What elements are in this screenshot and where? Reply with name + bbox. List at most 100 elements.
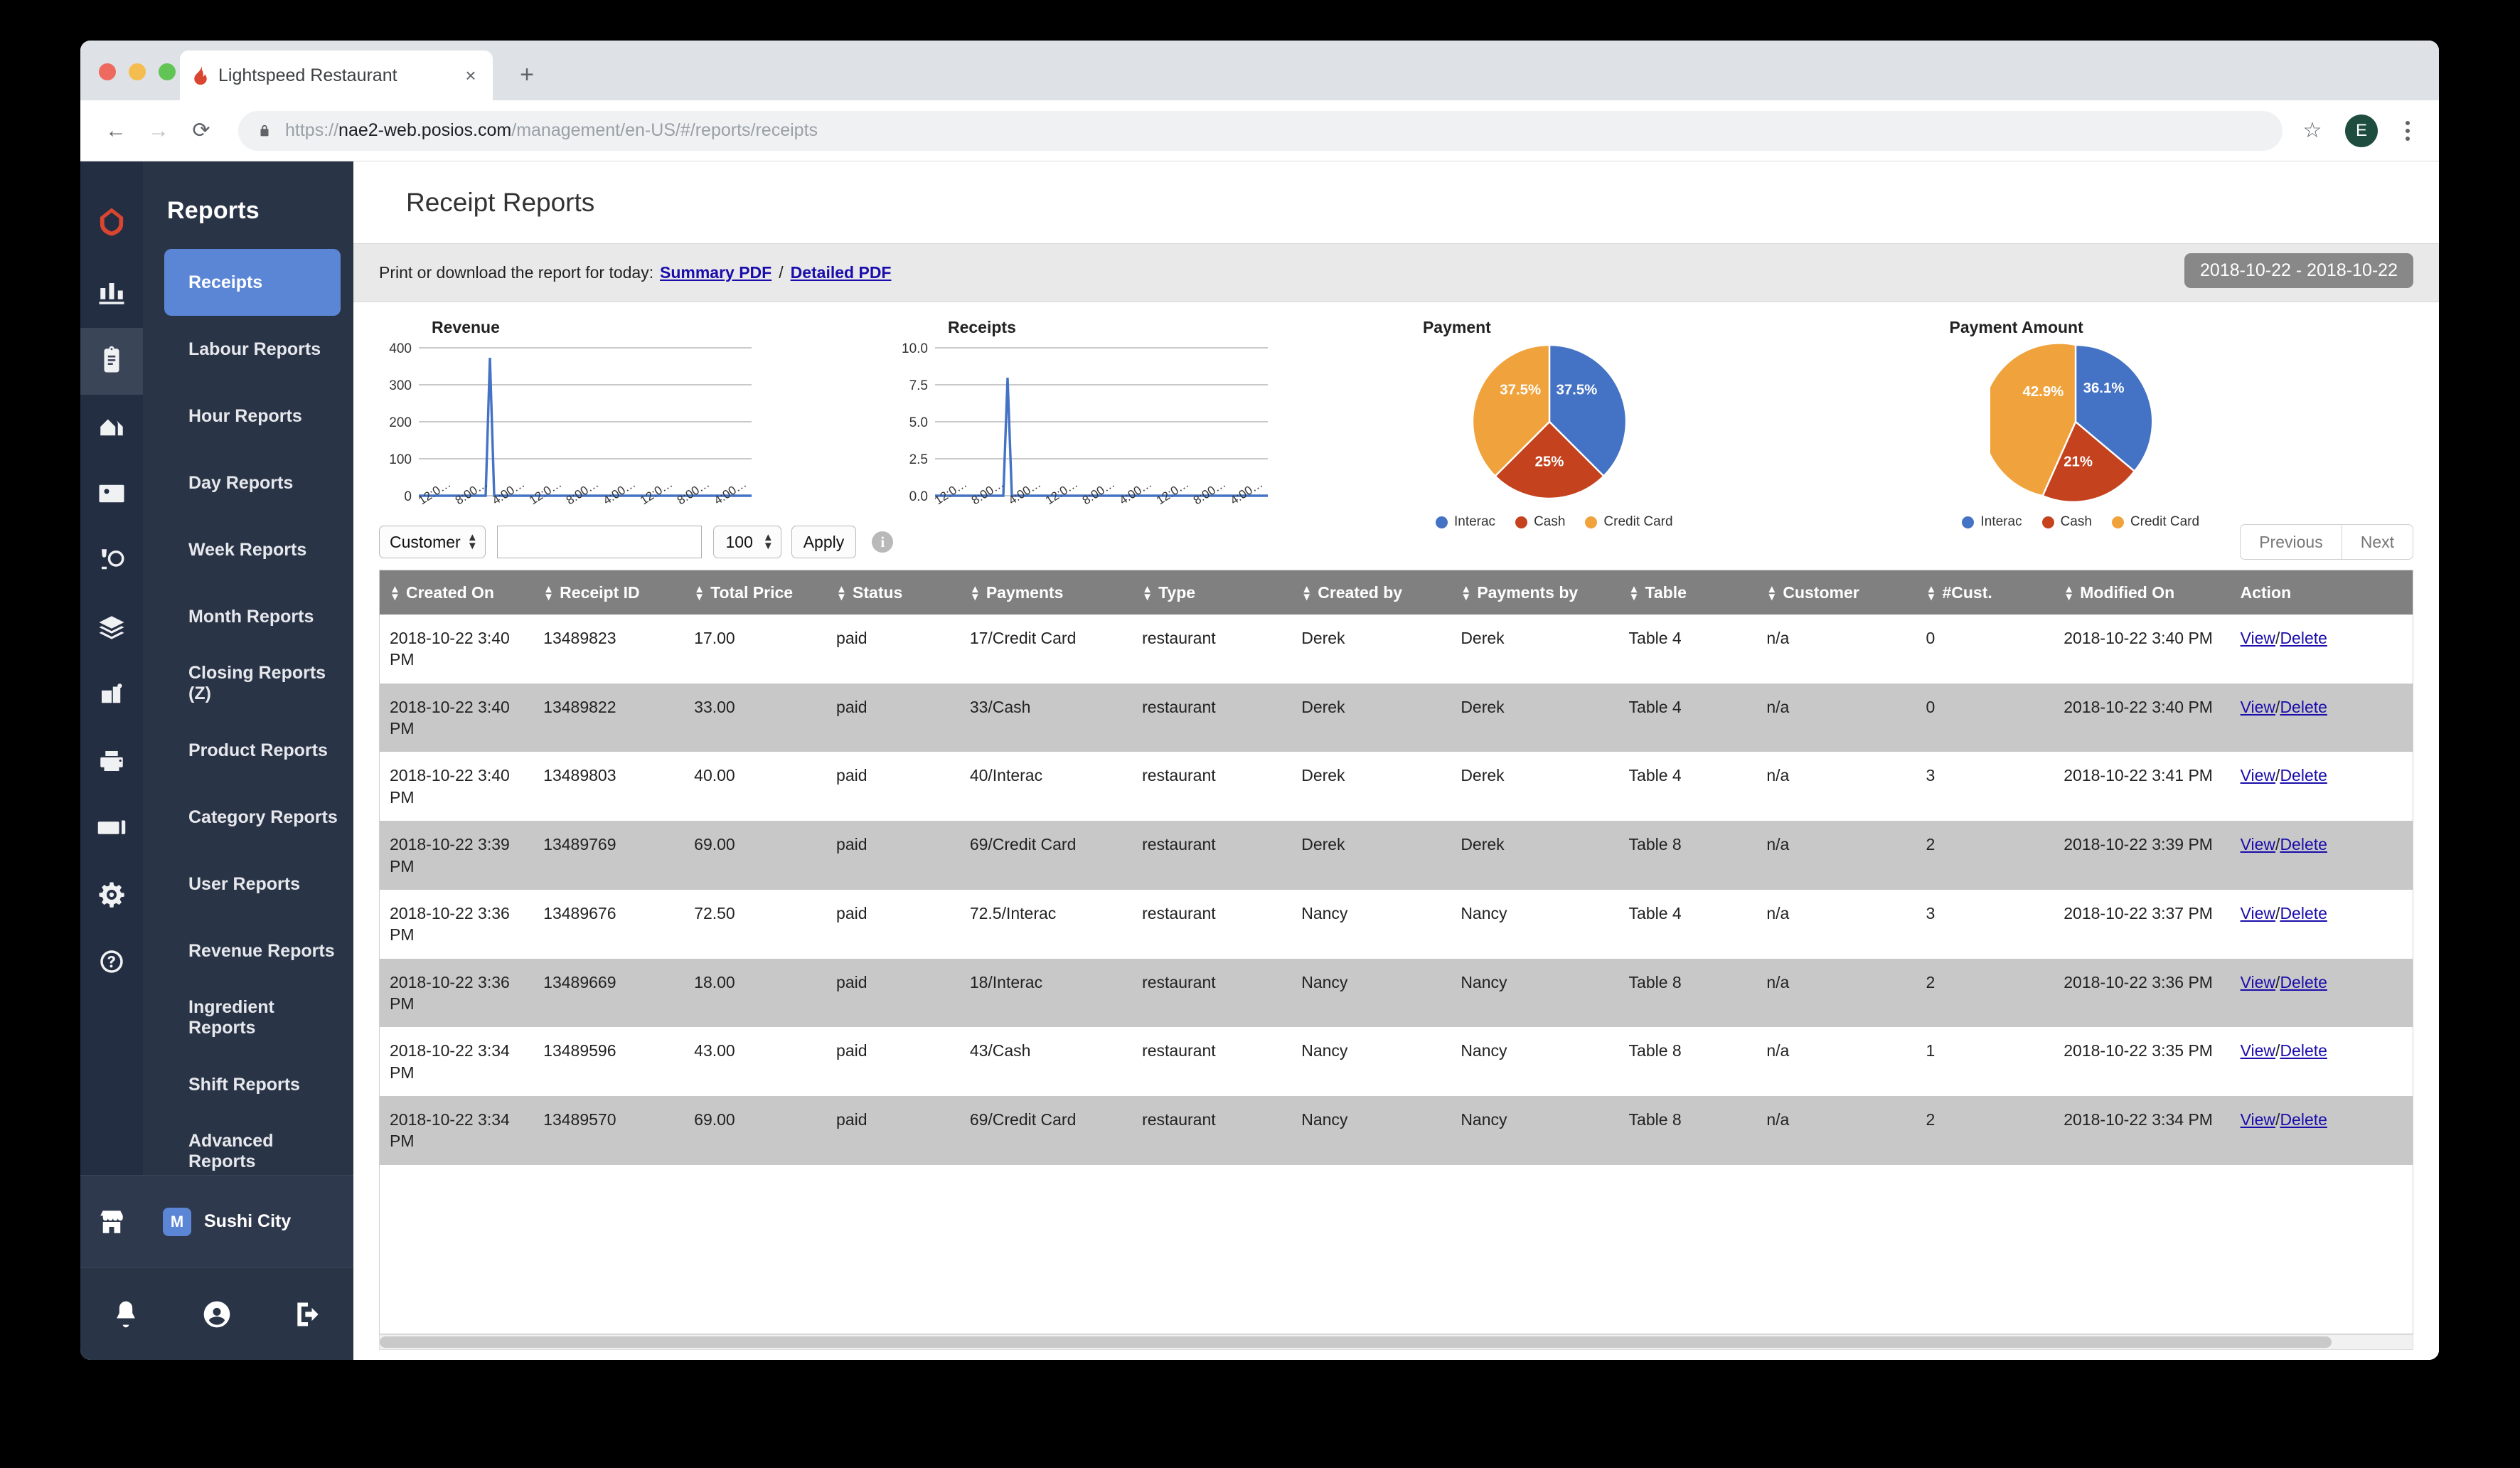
sidebar-item-user-reports[interactable]: User Reports <box>164 851 341 918</box>
column-type[interactable]: ▲ ▼ Type <box>1142 570 1302 615</box>
close-window-button[interactable] <box>99 63 116 80</box>
previous-button[interactable]: Previous <box>2240 524 2342 560</box>
rail-item-menu[interactable] <box>80 528 143 595</box>
store-selector[interactable]: M Sushi City <box>80 1175 353 1267</box>
sidebar-item-product-reports[interactable]: Product Reports <box>164 717 341 784</box>
scrollbar-thumb[interactable] <box>380 1336 2332 1348</box>
rail-item-dashboard[interactable] <box>80 261 143 328</box>
view-link[interactable]: View <box>2241 835 2275 853</box>
rail-item-inventory[interactable] <box>80 595 143 662</box>
minimize-window-button[interactable] <box>129 63 146 80</box>
view-link[interactable]: View <box>2241 766 2275 784</box>
view-link[interactable]: View <box>2241 698 2275 716</box>
cell-modified-on: 2018-10-22 3:40 PM <box>2063 629 2213 647</box>
table-horizontal-scrollbar[interactable] <box>379 1334 2413 1350</box>
view-link[interactable]: View <box>2241 1041 2275 1060</box>
forward-arrow-icon[interactable]: → <box>140 112 177 149</box>
delete-link[interactable]: Delete <box>2280 629 2327 647</box>
logout-icon[interactable] <box>291 1297 325 1331</box>
next-button[interactable]: Next <box>2342 524 2413 560</box>
sidebar-item-shift-reports[interactable]: Shift Reports <box>164 1051 341 1118</box>
column-created-by[interactable]: ▲ ▼ Created by <box>1301 570 1461 615</box>
column-table[interactable]: ▲ ▼ Table <box>1628 570 1767 615</box>
view-link[interactable]: View <box>2241 904 2275 922</box>
table-row[interactable]: 2018-10-22 3:40 PM 13489822 33.00 paid 3… <box>380 683 2413 752</box>
filter-field-select[interactable]: Customer ▲ ▼ <box>379 526 486 558</box>
column-payments[interactable]: ▲ ▼ Payments <box>969 570 1143 615</box>
column-total-price[interactable]: ▲ ▼ Total Price <box>694 570 837 615</box>
rail-item-reports[interactable] <box>80 328 143 395</box>
table-row[interactable]: 2018-10-22 3:36 PM 13489676 72.50 paid 7… <box>380 889 2413 959</box>
column-created-on[interactable]: ▲ ▼ Created On <box>380 570 544 615</box>
search-input[interactable] <box>496 526 702 558</box>
table-row[interactable]: 2018-10-22 3:40 PM 13489803 40.00 paid 4… <box>380 752 2413 821</box>
sidebar-item-receipts[interactable]: Receipts <box>164 249 341 316</box>
bell-icon[interactable] <box>109 1297 143 1331</box>
sidebar-item-revenue-reports[interactable]: Revenue Reports <box>164 918 341 984</box>
sidebar-item-labour-reports[interactable]: Labour Reports <box>164 316 341 383</box>
column-customer[interactable]: ▲ ▼ Customer <box>1766 570 1926 615</box>
kebab-menu-icon[interactable] <box>2393 114 2422 148</box>
avatar[interactable]: E <box>2345 114 2378 147</box>
user-circle-icon[interactable] <box>200 1297 234 1331</box>
column-receipt-id[interactable]: ▲ ▼ Receipt ID <box>543 570 695 615</box>
delete-link[interactable]: Delete <box>2280 698 2327 716</box>
column-status[interactable]: ▲ ▼ Status <box>836 570 970 615</box>
rail-item-printers[interactable] <box>80 729 143 796</box>
cell-created-by: Derek <box>1301 697 1345 716</box>
cell-payments-by: Derek <box>1461 697 1505 716</box>
sidebar-item-week-reports[interactable]: Week Reports <box>164 516 341 583</box>
summary-pdf-link[interactable]: Summary PDF <box>660 263 772 282</box>
view-link[interactable]: View <box>2241 629 2275 647</box>
delete-link[interactable]: Delete <box>2280 904 2327 922</box>
sidebar-item-day-reports[interactable]: Day Reports <box>164 450 341 516</box>
column-modified-on[interactable]: ▲ ▼ Modified On <box>2063 570 2241 615</box>
table-row[interactable]: 2018-10-22 3:36 PM 13489669 18.00 paid 1… <box>380 958 2413 1028</box>
url-bar[interactable]: https://nae2-web.posios.com/management/e… <box>238 110 2283 151</box>
sidebar-item-category-reports[interactable]: Category Reports <box>164 784 341 851</box>
close-icon[interactable]: × <box>459 63 483 87</box>
column-num-cust[interactable]: ▲ ▼ #Cust. <box>1926 570 2064 615</box>
svg-text:10.0: 10.0 <box>902 341 928 356</box>
page-size-select[interactable]: 100 ▲ ▼ <box>712 526 781 558</box>
table-row[interactable]: 2018-10-22 3:40 PM 13489823 17.00 paid 1… <box>380 615 2413 684</box>
rail-item-venue[interactable] <box>80 395 143 462</box>
table-row[interactable]: 2018-10-22 3:34 PM 13489570 69.00 paid 6… <box>380 1096 2413 1165</box>
delete-link[interactable]: Delete <box>2280 835 2327 853</box>
delete-link[interactable]: Delete <box>2280 1110 2327 1129</box>
cell-status: paid <box>836 1041 867 1060</box>
info-icon[interactable]: i <box>872 531 894 553</box>
delete-link[interactable]: Delete <box>2280 766 2327 784</box>
rail-item-devices[interactable] <box>80 662 143 729</box>
date-range-badge[interactable]: 2018-10-22 - 2018-10-22 <box>2184 253 2413 288</box>
rail-item-settings[interactable] <box>80 863 143 930</box>
apply-button[interactable]: Apply <box>791 526 857 558</box>
bookmark-star-icon[interactable]: ☆ <box>2295 114 2329 148</box>
cell-action: View/Delete <box>2241 1096 2413 1165</box>
lightspeed-logo-icon[interactable] <box>80 183 143 261</box>
sidebar-item-ingredient-reports[interactable]: Ingredient Reports <box>164 984 341 1051</box>
detailed-pdf-link[interactable]: Detailed PDF <box>791 263 892 282</box>
delete-link[interactable]: Delete <box>2280 973 2327 991</box>
delete-link[interactable]: Delete <box>2280 1041 2327 1060</box>
rail-item-payments[interactable] <box>80 796 143 863</box>
new-tab-button[interactable]: + <box>511 59 543 92</box>
rail-item-help[interactable] <box>80 930 143 996</box>
maximize-window-button[interactable] <box>159 63 176 80</box>
cell-action: View/Delete <box>2241 890 2413 959</box>
column-payments-by[interactable]: ▲ ▼ Payments by <box>1461 570 1629 615</box>
view-link[interactable]: View <box>2241 973 2275 991</box>
rail-item-customers[interactable] <box>80 462 143 528</box>
table-row[interactable]: 2018-10-22 3:34 PM 13489596 43.00 paid 4… <box>380 1027 2413 1097</box>
sidebar-item-hour-reports[interactable]: Hour Reports <box>164 383 341 450</box>
cell-created-by: Derek <box>1301 629 1345 647</box>
view-link[interactable]: View <box>2241 1110 2275 1129</box>
table-row[interactable]: 2018-10-22 3:39 PM 13489769 69.00 paid 6… <box>380 821 2413 890</box>
reload-icon[interactable]: ⟳ <box>183 112 220 149</box>
browser-tab[interactable]: Lightspeed Restaurant × <box>180 50 493 100</box>
cell-table: Table 4 <box>1628 697 1682 716</box>
sidebar-item-closing-reports[interactable]: Closing Reports (Z) <box>164 650 341 717</box>
back-arrow-icon[interactable]: ← <box>97 112 134 149</box>
sidebar-item-month-reports[interactable]: Month Reports <box>164 583 341 650</box>
cell-total-price: 17.00 <box>694 629 735 647</box>
